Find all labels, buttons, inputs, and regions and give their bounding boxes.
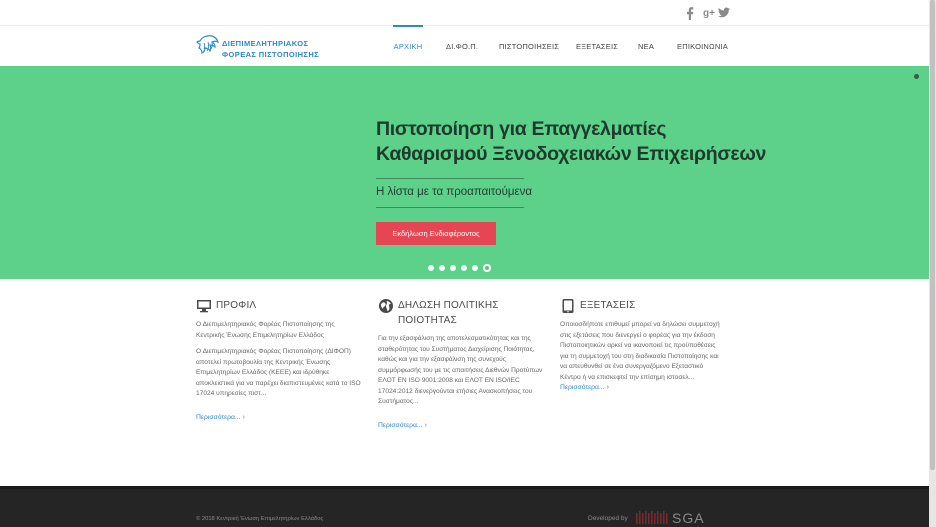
slider-dot-5[interactable] (472, 265, 478, 271)
slider-dot-6[interactable] (483, 264, 491, 272)
sga-logo-icon[interactable]: SGA (636, 509, 718, 525)
chevron-right-icon: › (424, 421, 427, 429)
profile-heading: ΠΡΟΦΙΛ (196, 298, 361, 314)
slider-dot-4[interactable] (461, 265, 467, 271)
top-bar: g+ (0, 0, 929, 26)
quality-title-line2: ΠΟΙΟΤΗΤΑΣ (398, 315, 457, 326)
logo-line2: ΦΟΡΕΑΣ ΠΙΣΤΟΠΟΙΗΣΗΣ (222, 50, 320, 59)
interest-button[interactable]: Εκδήλωση Ενδιαφέροντος (376, 222, 496, 245)
googleplus-label: g+ (703, 8, 715, 19)
hero-title: Πιστοποίηση για Επαγγελματίες Καθαρισμού… (376, 117, 796, 167)
chevron-right-icon: › (242, 413, 245, 421)
facebook-icon[interactable] (686, 7, 694, 21)
slider-dot-3[interactable] (450, 265, 456, 271)
scrollbar[interactable] (929, 0, 936, 527)
logo-emblem-icon (196, 35, 220, 54)
profile-text: Ο Διεπιμελητηριακός Φορέας Πιστοποίησης … (196, 320, 361, 400)
slider-dot-2[interactable] (439, 265, 445, 271)
profile-title: ΠΡΟΦΙΛ (216, 300, 257, 311)
slider-dot-1[interactable] (428, 265, 434, 271)
nav-difop[interactable]: ΔΙ.ΦΟ.Π. (446, 27, 478, 66)
monitor-icon (197, 300, 211, 313)
quality-column: ΔΗΛΩΣΗ ΠΟΛΙΤΙΚΗΣ ΠΟΙΟΤΗΤΑΣ Για την εξασφ… (378, 298, 543, 432)
footer-copyright: © 2018 Κεντρική Ένωση Επιμελητηρίων Ελλά… (196, 516, 324, 522)
googleplus-icon[interactable]: g+ (703, 7, 715, 21)
quality-paragraph-1: Για την εξασφάλιση της αποτελεσματικότητ… (378, 335, 543, 405)
nav-certifications[interactable]: ΠΙΣΤΟΠΟΙΗΣΕΙΣ (499, 27, 559, 66)
quality-more-label: Περισσότερα... (378, 421, 423, 429)
hero-divider-top (376, 178, 524, 179)
profile-paragraph-1: Ο Διεπιμελητηριακός Φορέας Πιστοποίησης … (196, 321, 335, 339)
tablet-icon (562, 299, 574, 313)
slider-corner-dot[interactable] (914, 74, 919, 79)
svg-text:SGA: SGA (672, 510, 705, 525)
hero-subtitle: Η λίστα με τα προαπαιτούμενα (376, 186, 533, 198)
exams-column: ΕΞΕΤΑΣΕΙΣ Οποιοσδήποτε επιθυμεί μπορεί ν… (560, 298, 725, 394)
quality-more-link[interactable]: Περισσότερα... › (378, 422, 427, 429)
profile-paragraph-2: Ο Διεπιμελητηριακός Φορέας Πιστοποίησης … (196, 348, 361, 397)
page: g+ ΔΙΕΠΙΜΕΛΗΤΗΡΙΑΚΟΣ ΦΟΡΕΑΣ ΠΙΣΤΟΠΟΙΗΣΗΣ… (0, 0, 929, 527)
exams-more-link[interactable]: Περισσότερα... › (560, 383, 609, 394)
nav-exams[interactable]: ΕΞΕΤΑΣΕΙΣ (576, 27, 618, 66)
chevron-right-icon: › (606, 384, 609, 391)
exams-text: Οποιοσδήποτε επιθυμεί μπορεί να δηλώσει … (560, 320, 725, 394)
hero-slider: Πιστοποίηση για Επαγγελματίες Καθαρισμού… (0, 66, 929, 279)
hero-title-line1: Πιστοποίηση για Επαγγελματίες (376, 118, 667, 140)
quality-title-line1: ΔΗΛΩΣΗ ΠΟΛΙΤΙΚΗΣ (398, 300, 499, 311)
footer-developed-by: Developed by (588, 515, 628, 522)
nav-home[interactable]: ΑΡΧΙΚΗ (393, 25, 423, 66)
logo-line1: ΔΙΕΠΙΜΕΛΗΤΗΡΙΑΚΟΣ (222, 39, 309, 48)
scrollbar-thumb[interactable] (930, 0, 935, 470)
exams-paragraph-1: Οποιοσδήποτε επιθυμεί μπορεί να δηλώσει … (560, 321, 720, 381)
header: ΔΙΕΠΙΜΕΛΗΤΗΡΙΑΚΟΣ ΦΟΡΕΑΣ ΠΙΣΤΟΠΟΙΗΣΗΣ ΑΡ… (0, 25, 929, 66)
profile-more-link[interactable]: Περισσότερα... › (196, 414, 245, 421)
globe-icon (379, 299, 393, 313)
nav-contact[interactable]: ΕΠΙΚΟΙΝΩΝΙΑ (677, 27, 728, 66)
profile-more-label: Περισσότερα... (196, 413, 241, 421)
site-logo[interactable]: ΔΙΕΠΙΜΕΛΗΤΗΡΙΑΚΟΣ ΦΟΡΕΑΣ ΠΙΣΤΟΠΟΙΗΣΗΣ (196, 33, 319, 61)
twitter-icon[interactable] (718, 7, 730, 21)
exams-heading: ΕΞΕΤΑΣΕΙΣ (560, 298, 725, 314)
nav-news[interactable]: ΝΕΑ (638, 27, 654, 66)
exams-title: ΕΞΕΤΑΣΕΙΣ (580, 300, 636, 311)
exams-more-label: Περισσότερα... (560, 384, 605, 391)
hero-divider-bottom (376, 207, 524, 208)
quality-text: Για την εξασφάλιση της αποτελεσματικότητ… (378, 334, 543, 408)
footer: © 2018 Κεντρική Ένωση Επιμελητηρίων Ελλά… (0, 486, 929, 527)
profile-column: ΠΡΟΦΙΛ Ο Διεπιμελητηριακός Φορέας Πιστοπ… (196, 298, 361, 424)
quality-heading: ΔΗΛΩΣΗ ΠΟΛΙΤΙΚΗΣ ΠΟΙΟΤΗΤΑΣ (378, 298, 543, 328)
hero-title-line2: Καθαρισμού Ξενοδοχειακών Επιχειρήσεων (376, 143, 767, 165)
